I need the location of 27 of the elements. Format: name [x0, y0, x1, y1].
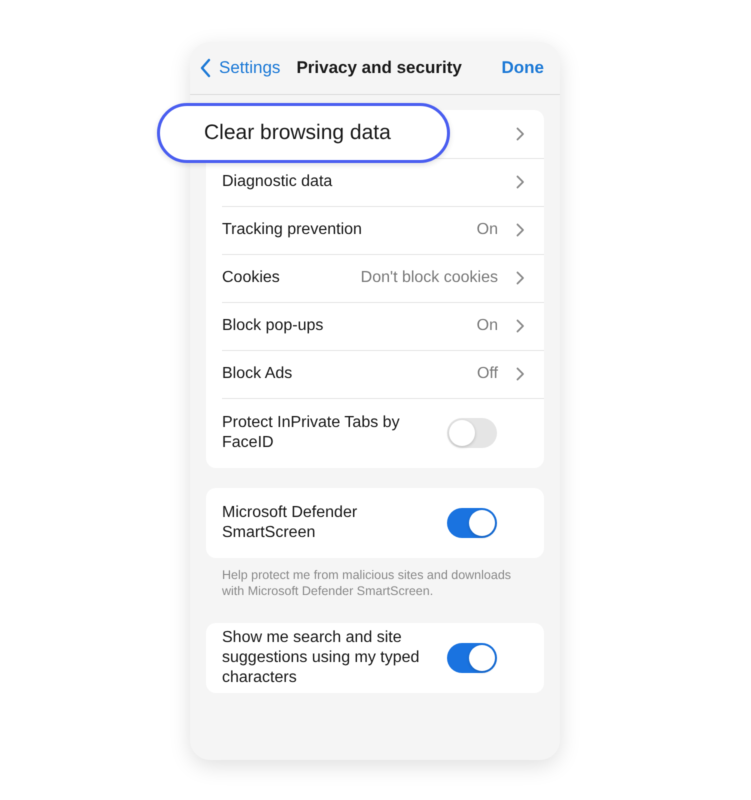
section-footer: Help protect me from malicious sites and downloads with Microsoft Defender SmartScreen.: [206, 567, 528, 599]
chevron-icon: [516, 271, 525, 285]
setting-value: On: [476, 317, 498, 335]
setting-value: Don't block cookies: [360, 269, 498, 287]
toggle-switch[interactable]: [447, 418, 497, 448]
page-title: Privacy and security: [296, 58, 463, 78]
setting-value: On: [476, 221, 498, 239]
back-button[interactable]: Settings: [200, 58, 280, 78]
setting-label: Block Ads: [222, 364, 294, 384]
setting-label: Tracking prevention: [222, 220, 363, 240]
back-chevron-icon: [200, 58, 211, 78]
chevron-icon: [516, 367, 525, 381]
chevron-icon: [516, 319, 525, 333]
setting-label: Show me search and site suggestions using my typed characters: [222, 628, 420, 688]
highlighted-setting[interactable]: Clear browsing data: [157, 103, 450, 163]
chevron-icon: [516, 175, 525, 189]
chevron-icon: [516, 223, 525, 237]
toggle-switch[interactable]: [447, 508, 497, 538]
toggle-switch[interactable]: [447, 643, 497, 673]
chevron-icon: [516, 127, 525, 141]
setting-value: Off: [476, 365, 498, 383]
setting-label: Block pop-ups: [222, 316, 324, 336]
setting-label: Cookies: [222, 268, 281, 288]
done-button[interactable]: Done: [502, 58, 544, 78]
setting-label: Protect InPrivate Tabs by FaceID: [222, 413, 401, 453]
setting-label: Microsoft Defender SmartScreen: [222, 503, 358, 543]
setting-label: Diagnostic data: [222, 172, 334, 192]
